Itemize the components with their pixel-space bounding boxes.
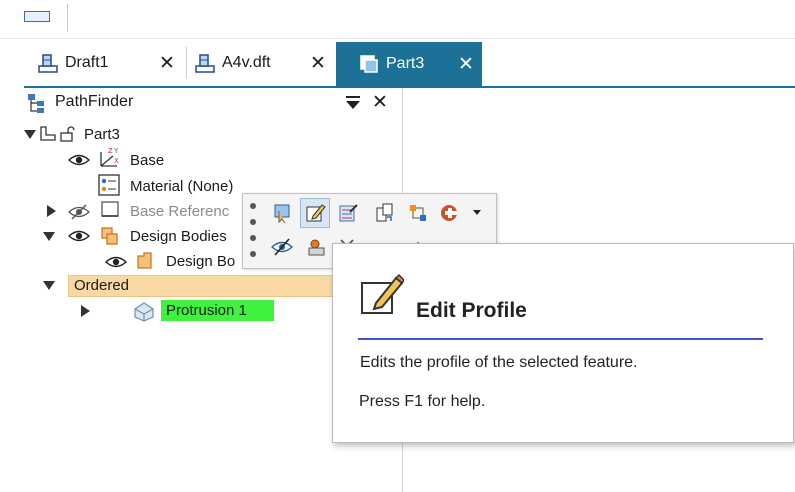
eye-icon[interactable] — [105, 255, 127, 269]
part-document-icon — [360, 55, 378, 73]
tab-label: Part3 — [386, 55, 425, 72]
appearance-button[interactable] — [436, 199, 464, 227]
tab-separator — [186, 47, 187, 79]
draft-document-icon — [195, 54, 215, 73]
copy-button[interactable] — [370, 199, 398, 227]
tab-draft1[interactable]: Draft1 ✕ — [37, 42, 187, 84]
edit-profile-button[interactable] — [300, 198, 330, 228]
body-color-button[interactable] — [302, 233, 330, 261]
tree-item-design-bodies[interactable]: Design Bodies — [130, 228, 227, 245]
tooltip-help-hint: Press F1 for help. — [359, 393, 486, 410]
tab-a4v-dft[interactable]: A4v.dft ✕ — [194, 42, 356, 84]
select-icon — [274, 204, 290, 224]
document-tab-bar: Draft1 ✕ A4v.dft ✕ Part3 ✕ — [24, 42, 795, 86]
panel-options-icon[interactable] — [345, 96, 361, 110]
reference-planes-icon — [101, 201, 119, 217]
collapse-toggle[interactable] — [43, 232, 55, 241]
dimensions-button[interactable] — [404, 199, 432, 227]
hide-icon — [271, 238, 293, 256]
collapse-toggle[interactable] — [43, 281, 55, 290]
svg-text:Y: Y — [113, 147, 119, 155]
tree-item-protrusion-1[interactable]: Protrusion 1 — [166, 302, 247, 319]
copy-icon — [376, 203, 393, 222]
tree-item-material[interactable]: Material (None) — [130, 178, 233, 195]
design-bodies-icon — [101, 227, 118, 245]
chevron-down-icon — [473, 210, 481, 215]
expand-toggle[interactable] — [47, 205, 56, 217]
tab-label: A4v.dft — [222, 54, 271, 71]
tooltip-description: Edits the profile of the selected featur… — [360, 354, 638, 371]
tooltip-title: Edit Profile — [416, 299, 527, 322]
edit-definition-button[interactable] — [334, 199, 362, 227]
select-tool-button[interactable] — [268, 199, 296, 227]
coordinate-system-icon: Z Y X — [100, 147, 119, 167]
unlock-icon[interactable] — [59, 125, 77, 143]
tab-label: Draft1 — [65, 54, 109, 71]
hidden-eye-icon[interactable] — [68, 204, 90, 220]
tree-item-ordered[interactable]: Ordered — [74, 277, 129, 294]
eye-icon[interactable] — [68, 229, 90, 243]
close-panel-icon[interactable]: ✕ — [372, 91, 388, 114]
body-color-icon — [308, 239, 325, 256]
toolbar-grip-handle[interactable] — [248, 199, 258, 261]
edit-profile-icon — [306, 204, 326, 222]
appearance-icon — [441, 205, 457, 221]
pathfinder-title: PathFinder — [55, 93, 134, 110]
design-body-icon — [137, 252, 152, 269]
edit-definition-icon — [339, 204, 358, 222]
close-tab-icon[interactable]: ✕ — [159, 52, 175, 75]
eye-icon[interactable] — [68, 153, 90, 167]
edit-profile-icon — [361, 273, 404, 314]
protrusion-feature-icon — [134, 302, 154, 322]
svg-text:Z: Z — [108, 147, 113, 155]
tree-item-base[interactable]: Base — [130, 152, 164, 169]
part-node-icon — [40, 126, 56, 141]
more-options-dropdown[interactable] — [468, 199, 486, 227]
top-strip — [0, 0, 795, 39]
close-tab-icon[interactable]: ✕ — [458, 53, 474, 76]
tree-item-design-body[interactable]: Design Bo — [166, 253, 235, 270]
svg-text:X: X — [114, 157, 119, 165]
tooltip-divider — [358, 338, 763, 340]
pathfinder-icon — [28, 94, 44, 113]
hide-button[interactable] — [268, 233, 296, 261]
draft-document-icon — [38, 54, 58, 73]
tree-item-base-reference[interactable]: Base Referenc — [130, 203, 229, 220]
divider — [67, 4, 68, 32]
window-thumbnail-icon[interactable] — [24, 11, 50, 22]
expand-toggle[interactable] — [81, 305, 90, 317]
tree-item-part3[interactable]: Part3 — [84, 126, 120, 143]
collapse-toggle[interactable] — [24, 130, 36, 139]
material-table-icon — [98, 174, 120, 196]
close-tab-icon[interactable]: ✕ — [310, 52, 326, 75]
dimensions-icon — [410, 205, 426, 221]
tab-part3[interactable]: Part3 ✕ — [336, 42, 482, 86]
